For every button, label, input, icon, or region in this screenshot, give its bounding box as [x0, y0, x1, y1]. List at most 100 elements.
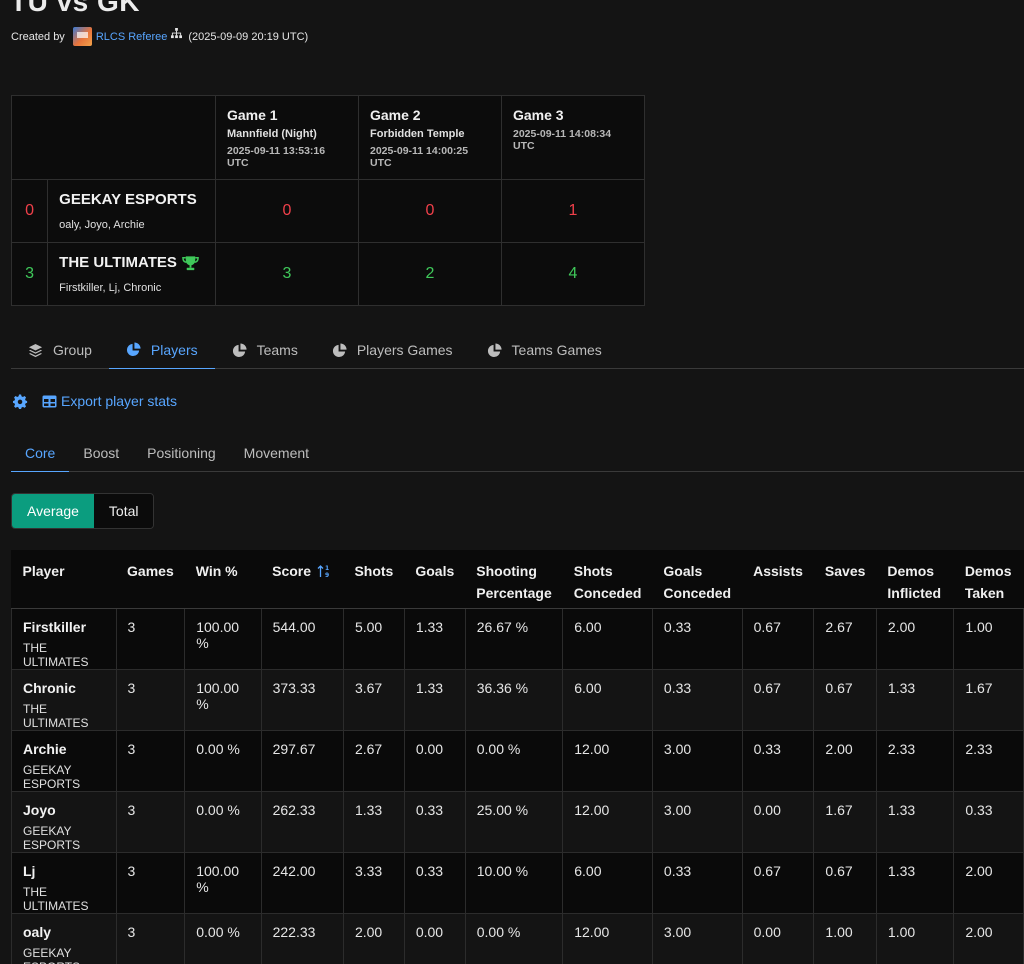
subtab-core[interactable]: Core [11, 434, 70, 472]
game-score: 0 [358, 179, 502, 243]
subtab-movement[interactable]: Movement [230, 434, 323, 472]
game-map: Mannfield (Night) [227, 128, 317, 140]
series-score-table: Game 1 Mannfield (Night) 2025-09-11 13:5… [10, 95, 645, 306]
column-header[interactable]: Demos Taken [953, 550, 1024, 609]
player-cell: oaly GEEKAY ESPORTS [11, 913, 117, 964]
export-stats-button[interactable]: Export player stats [42, 393, 177, 409]
column-header-label: Conceded [573, 585, 642, 601]
column-header[interactable]: Win % [184, 550, 262, 609]
group-tree-icon[interactable] [171, 28, 183, 39]
column-header[interactable]: Demos Inflicted [876, 550, 954, 609]
total-button[interactable]: Total [93, 494, 154, 528]
creator-link[interactable]: RLCS Referee [96, 31, 168, 43]
tab-teams[interactable]: Teams [215, 331, 315, 369]
stat-cell: 0.33 [742, 730, 815, 792]
stat-cell: 0.67 [813, 669, 877, 731]
team-total-score: 0 [10, 179, 49, 243]
player-name[interactable]: Chronic [23, 680, 105, 696]
stat-cell: 2.00 [953, 913, 1024, 964]
table-row: Chronic THE ULTIMATES 3 100.00 % 373.33 3.67 1… [11, 669, 1024, 731]
stat-cell: 0.00 [742, 791, 815, 853]
column-header-label: Shooting [476, 563, 537, 579]
stat-cell: 10.00 % [465, 852, 564, 914]
column-header[interactable]: Games [116, 550, 185, 609]
game-header-3[interactable]: Game 3 2025-09-11 14:08:34 UTC [501, 95, 645, 180]
stat-cell: 3 [116, 730, 186, 792]
player-name[interactable]: oaly [23, 924, 105, 940]
stat-cell: 2.00 [876, 608, 955, 670]
column-header[interactable]: Goals Conceded [652, 550, 743, 609]
subtab-boost[interactable]: Boost [69, 434, 133, 472]
column-header-label: Assists [753, 563, 803, 579]
stat-cell: 1.33 [876, 852, 955, 914]
stat-cell: 6.00 [562, 608, 653, 670]
team-players: Firstkiller, Lj, Chronic [59, 282, 162, 294]
stats-toolbar: Export player stats [13, 393, 177, 409]
column-header-label: Demos [887, 563, 935, 579]
tab-group[interactable]: Group [11, 331, 109, 369]
player-name[interactable]: Firstkiller [23, 619, 105, 635]
tab-players-games[interactable]: Players Games [315, 331, 470, 369]
player-team: GEEKAY ESPORTS [23, 945, 80, 964]
column-header-label: Inflicted [887, 585, 942, 601]
team-name-wrap: THE ULTIMATES [59, 254, 204, 271]
tab-teams-games[interactable]: Teams Games [470, 331, 619, 369]
table-row: oaly GEEKAY ESPORTS 30.00 %222.33 2.00 0.00 0… [11, 913, 1024, 964]
stat-cell: 3 [116, 669, 186, 731]
stat-cell: 544.00 [261, 608, 344, 670]
stat-cell: 2.00 [813, 730, 877, 792]
column-header[interactable]: Player [11, 550, 117, 609]
stat-cell: 36.36 % [465, 669, 564, 731]
stat-cell: 12.00 [562, 730, 653, 792]
team-name[interactable]: GEEKAY ESPORTS [59, 191, 204, 208]
stat-cell: 3 [116, 852, 186, 914]
column-header-label: Shots [354, 563, 394, 579]
player-cell: Archie GEEKAY ESPORTS [11, 730, 117, 792]
game-score: 2 [358, 242, 502, 306]
sort-icon[interactable]: 19 [317, 564, 331, 579]
stat-cell: 0.00 % [184, 913, 262, 964]
column-header-label: Saves [824, 563, 866, 579]
column-header[interactable]: Assists [742, 550, 814, 609]
game-time: 2025-09-11 14:08:34 UTC [513, 128, 612, 152]
stat-cell: 222.33 [261, 913, 344, 964]
subtab-positioning[interactable]: Positioning [133, 434, 230, 472]
column-header-label: Goals [663, 563, 703, 579]
game-score: 1 [501, 179, 645, 243]
column-header[interactable]: Goals [404, 550, 466, 609]
column-header[interactable]: Shooting Percentage [465, 550, 563, 609]
gear-icon[interactable] [13, 393, 28, 409]
match-page: TU vs GK Created by RLCS Referee (2025-0… [0, 0, 1024, 964]
game-header-2[interactable]: Game 2 Forbidden Temple 2025-09-11 14:00… [358, 95, 502, 180]
player-name[interactable]: Joyo [23, 802, 105, 818]
game-score: 4 [501, 242, 645, 306]
column-header[interactable]: Shots Conceded [562, 550, 653, 609]
column-header[interactable]: Shots [343, 550, 405, 609]
stat-cell: 0.00 [742, 913, 815, 964]
column-header-label: Percentage [476, 585, 552, 601]
stat-cell: 1.67 [813, 791, 877, 853]
column-header-label: Conceded [663, 585, 732, 601]
game-header-1[interactable]: Game 1 Mannfield (Night) 2025-09-11 13:5… [215, 95, 359, 180]
column-header-label: Win % [195, 563, 238, 579]
stats-subtabs: Core Boost Positioning Movement [11, 434, 1024, 472]
player-name[interactable]: Archie [23, 741, 105, 757]
svg-text:9: 9 [325, 572, 329, 578]
stat-cell: 3.00 [652, 913, 743, 964]
tab-label: Players Games [356, 342, 453, 358]
stat-cell: 0.00 [404, 913, 466, 964]
team-total-score: 3 [10, 242, 49, 306]
created-at: (2025-09-09 20:19 UTC) [188, 30, 309, 43]
tab-players[interactable]: Players [108, 331, 215, 369]
player-name[interactable]: Lj [23, 863, 105, 879]
team-name[interactable]: THE ULTIMATES [59, 254, 177, 271]
tab-label: Teams [256, 342, 298, 358]
game-score: 0 [215, 179, 359, 243]
column-header[interactable]: Score 1 9 [261, 550, 344, 609]
stat-cell: 1.67 [953, 669, 1024, 731]
stat-cell: 3 [116, 913, 186, 964]
stat-cell: 297.67 [261, 730, 344, 792]
average-button[interactable]: Average [12, 494, 94, 528]
stat-cell: 1.33 [404, 669, 466, 731]
column-header[interactable]: Saves [813, 550, 877, 609]
